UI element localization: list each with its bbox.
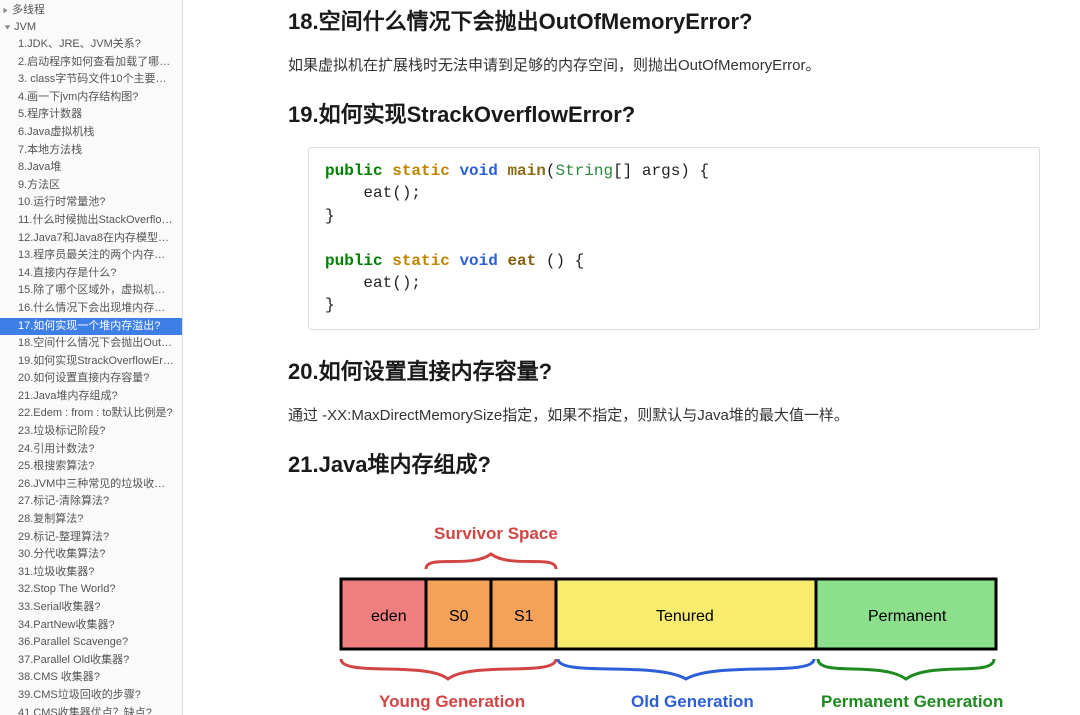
main-content: 18.空间什么情况下会抛出OutOfMemoryError? 如果虚拟机在扩展栈…	[183, 0, 1080, 715]
sidebar-item[interactable]: 21.Java堆内存组成?	[0, 388, 182, 406]
sidebar-item[interactable]: 28.复制算法?	[0, 511, 182, 529]
tree-node-label: JVM	[14, 19, 36, 36]
sidebar-item[interactable]: 7.本地方法栈	[0, 142, 182, 160]
survivor-label: Survivor Space	[434, 524, 558, 543]
sidebar-item[interactable]: 20.如何设置直接内存容量?	[0, 370, 182, 388]
young-label: Young Generation	[379, 692, 525, 711]
sidebar-item[interactable]: 19.如何实现StrackOverflowError?	[0, 353, 182, 371]
sidebar-item[interactable]: 36.Parallel Scavenge?	[0, 634, 182, 652]
tenured-label: Tenured	[656, 608, 714, 625]
survivor-brace	[426, 554, 556, 569]
sidebar-item[interactable]: 17.如何实现一个堆内存溢出?	[0, 318, 182, 336]
permanent-label: Permanent	[868, 608, 947, 625]
sidebar-item[interactable]: 38.CMS 收集器?	[0, 669, 182, 687]
s1-label: S1	[514, 608, 534, 625]
sidebar-item[interactable]: 14.直接内存是什么?	[0, 265, 182, 283]
paragraph-20: 通过 -XX:MaxDirectMemorySize指定，如果不指定，则默认与J…	[288, 404, 1060, 425]
sidebar: 多线程JVM 1.JDK、JRE、JVM关系?2.启动程序如何查看加载了哪些类，…	[0, 0, 183, 715]
sidebar-item[interactable]: 33.Serial收集器?	[0, 599, 182, 617]
sidebar-item[interactable]: 4.画一下jvm内存结构图?	[0, 89, 182, 107]
sidebar-item[interactable]: 30.分代收集算法?	[0, 546, 182, 564]
sidebar-item[interactable]: 32.Stop The World?	[0, 581, 182, 599]
perm-label: Permanent Generation	[821, 692, 1003, 711]
heading-21: 21.Java堆内存组成?	[288, 447, 1060, 479]
old-brace	[558, 659, 814, 679]
sidebar-item[interactable]: 16.什么情况下会出现堆内存溢出?	[0, 300, 182, 318]
sidebar-item[interactable]: 22.Edem : from : to默认比例是?	[0, 405, 182, 423]
sidebar-item[interactable]: 5.程序计数器	[0, 106, 182, 124]
chevron-right-icon	[2, 7, 12, 14]
eden-label: eden	[371, 608, 407, 625]
sidebar-item[interactable]: 29.标记-整理算法?	[0, 529, 182, 547]
sidebar-item[interactable]: 27.标记-清除算法?	[0, 493, 182, 511]
sidebar-item[interactable]: 8.Java堆	[0, 159, 182, 177]
sidebar-item[interactable]: 2.启动程序如何查看加载了哪些类，以…	[0, 54, 182, 72]
sidebar-nav: 1.JDK、JRE、JVM关系?2.启动程序如何查看加载了哪些类，以…3. cl…	[0, 36, 182, 715]
sidebar-item[interactable]: 31.垃圾收集器?	[0, 564, 182, 582]
chevron-down-icon	[4, 24, 14, 31]
tree-node[interactable]: 多线程	[2, 2, 180, 19]
sidebar-item[interactable]: 11.什么时候抛出StackOverflowError?	[0, 212, 182, 230]
sidebar-item[interactable]: 39.CMS垃圾回收的步骤?	[0, 687, 182, 705]
sidebar-item[interactable]: 18.空间什么情况下会抛出OutOfMemor…	[0, 335, 182, 353]
sidebar-item[interactable]: 9.方法区	[0, 177, 182, 195]
sidebar-item[interactable]: 26.JVM中三种常见的垃圾收集算法?	[0, 476, 182, 494]
sidebar-item[interactable]: 3. class字节码文件10个主要组成部分?	[0, 71, 182, 89]
sidebar-item[interactable]: 13.程序员最关注的两个内存区域?	[0, 247, 182, 265]
old-label: Old Generation	[631, 692, 754, 711]
heading-18: 18.空间什么情况下会抛出OutOfMemoryError?	[288, 4, 1060, 36]
sidebar-item[interactable]: 24.引用计数法?	[0, 441, 182, 459]
sidebar-item[interactable]: 15.除了哪个区域外，虚拟机内存其他…	[0, 282, 182, 300]
heading-20: 20.如何设置直接内存容量?	[288, 354, 1060, 386]
sidebar-item[interactable]: 10.运行时常量池?	[0, 194, 182, 212]
sidebar-item[interactable]: 6.Java虚拟机栈	[0, 124, 182, 142]
tree-node[interactable]: JVM	[2, 19, 180, 36]
tree-node-label: 多线程	[12, 2, 45, 19]
perm-brace	[818, 659, 994, 679]
heading-19: 19.如何实现StrackOverflowError?	[288, 97, 1060, 129]
sidebar-item[interactable]: 23.垃圾标记阶段?	[0, 423, 182, 441]
young-brace	[341, 659, 556, 679]
heap-svg: eden S0 S1 Tenured Permanent Survivor Sp…	[326, 509, 1006, 715]
sidebar-item[interactable]: 25.根搜索算法?	[0, 458, 182, 476]
paragraph-18: 如果虚拟机在扩展栈时无法申请到足够的内存空间，则抛出OutOfMemoryErr…	[288, 54, 1060, 75]
sidebar-item[interactable]: 37.Parallel Old收集器?	[0, 652, 182, 670]
heap-diagram: eden S0 S1 Tenured Permanent Survivor Sp…	[326, 509, 1060, 715]
code-block: public static void main(String[] args) {…	[308, 147, 1040, 330]
sidebar-item[interactable]: 1.JDK、JRE、JVM关系?	[0, 36, 182, 54]
sidebar-item[interactable]: 12.Java7和Java8在内存模型上有什么…	[0, 230, 182, 248]
sidebar-item[interactable]: 34.PartNew收集器?	[0, 617, 182, 635]
s0-label: S0	[449, 608, 469, 625]
sidebar-item[interactable]: 41.CMS收集器优点？缺点?	[0, 705, 182, 715]
